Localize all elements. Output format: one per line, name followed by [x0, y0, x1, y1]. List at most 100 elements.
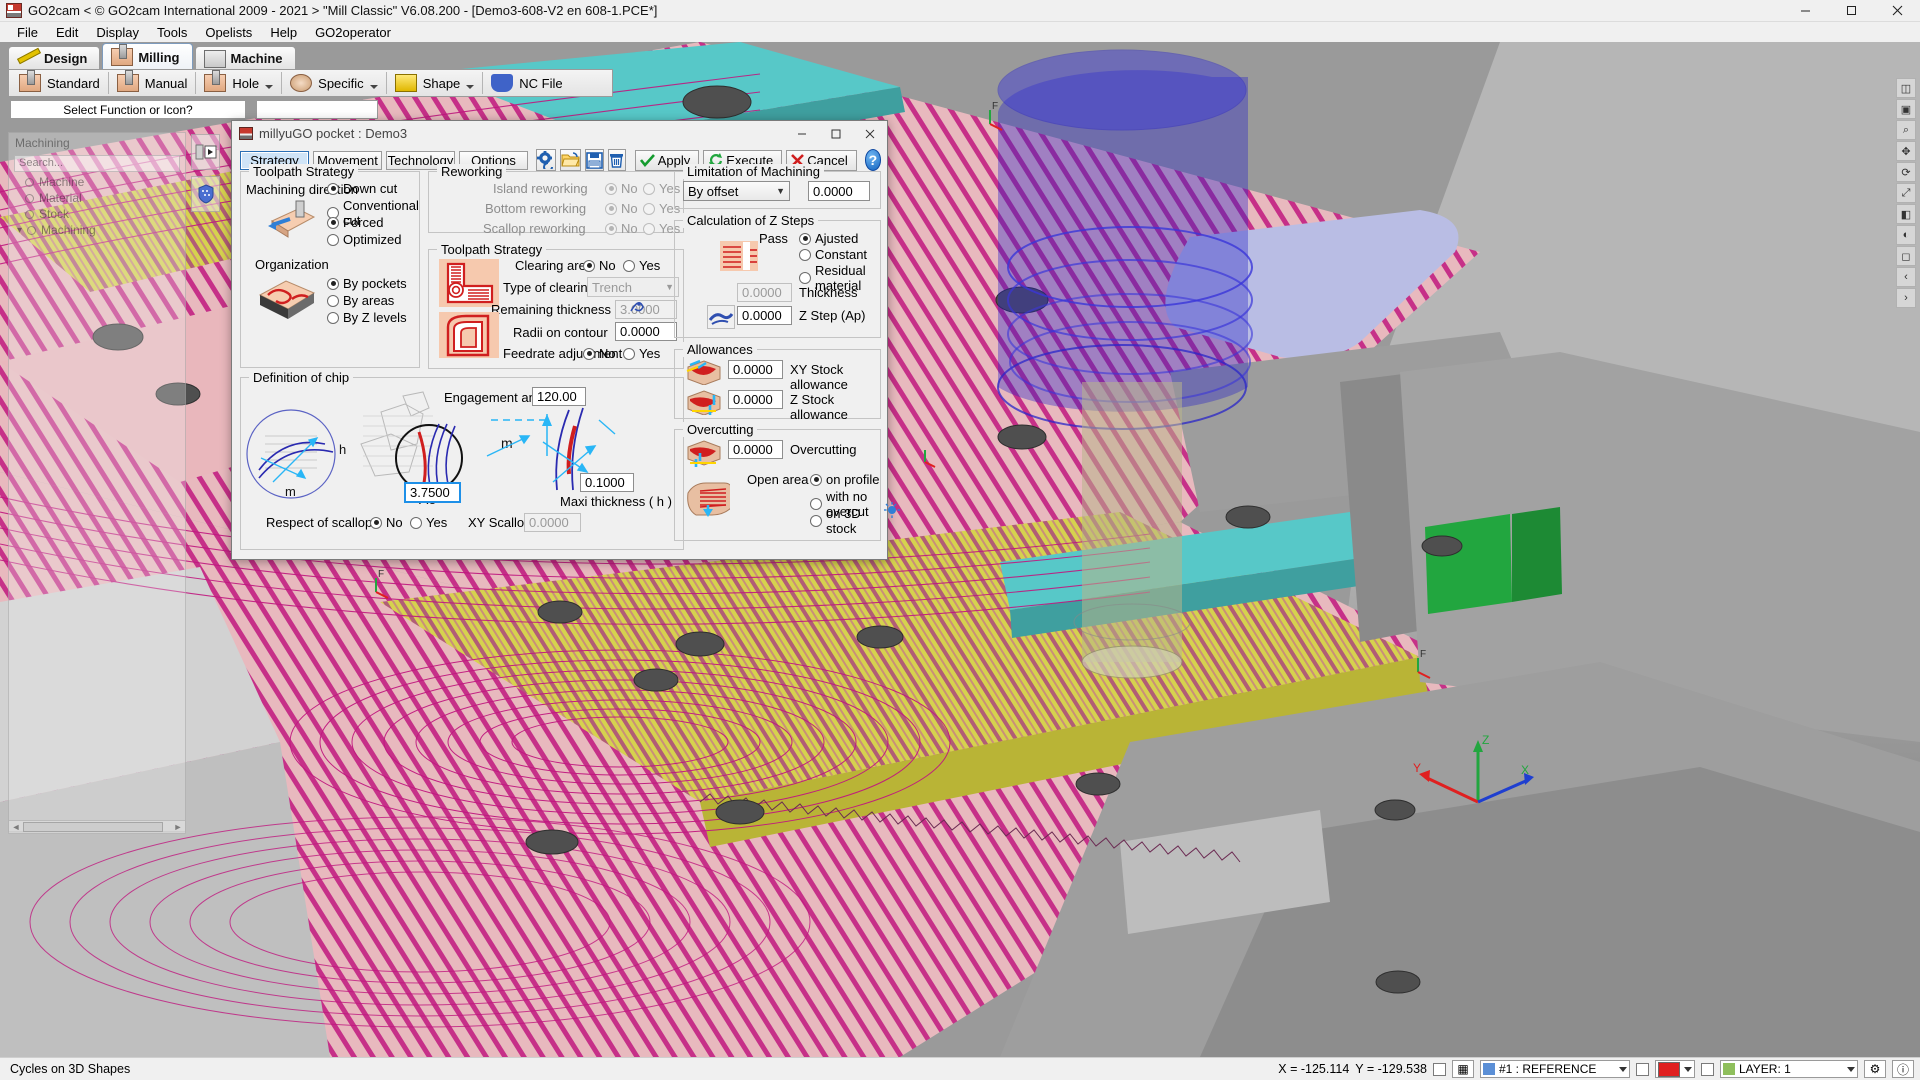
engagement-angle-input[interactable]: 120.00	[532, 387, 586, 406]
view-top-button[interactable]: ▣	[1896, 99, 1916, 119]
ribbon-button-specific[interactable]: Specific	[284, 70, 384, 96]
expand-chevron-icon[interactable]: ▾	[17, 225, 22, 236]
close-button[interactable]	[1874, 0, 1920, 22]
ribbon-button-nc-file[interactable]: NC File	[485, 70, 568, 96]
ribbon-button-hole[interactable]: Hole	[198, 70, 279, 96]
radii-on-contour-input[interactable]: 0.0000	[615, 322, 677, 341]
radio-island-no[interactable]: No	[605, 181, 638, 196]
minimize-button[interactable]	[1782, 0, 1828, 22]
prompt-input[interactable]	[256, 100, 378, 119]
info-button[interactable]: ⓘ	[1892, 1060, 1914, 1078]
dialog-maximize-button[interactable]	[819, 122, 853, 146]
view-section-button[interactable]: ◧	[1896, 204, 1916, 224]
radio-bottom-no[interactable]: No	[605, 201, 638, 216]
chevron-down-icon[interactable]	[265, 85, 273, 89]
ribbon-button-manual[interactable]: Manual	[111, 70, 194, 96]
maximize-button[interactable]	[1828, 0, 1874, 22]
menu-item-help[interactable]: Help	[261, 23, 306, 42]
tree-item-machining[interactable]: ▾ Machining	[9, 222, 185, 238]
status-checkbox-1[interactable]	[1433, 1063, 1446, 1076]
radio-pass-constant[interactable]: Constant	[799, 247, 867, 262]
tree-item-material[interactable]: Material	[9, 190, 185, 206]
chevron-down-icon[interactable]	[370, 85, 378, 89]
radio-clearing-area-yes[interactable]: Yes	[623, 258, 660, 273]
info-swirl-icon[interactable]	[628, 297, 646, 315]
limitation-mode-select[interactable]: By offset ▼	[683, 181, 790, 201]
view-prev-button[interactable]: ‹	[1896, 267, 1916, 287]
view-fit-button[interactable]: ⤢	[1896, 183, 1916, 203]
overcutting-input[interactable]: 0.0000	[728, 440, 783, 459]
menu-item-tools[interactable]: Tools	[148, 23, 196, 42]
radio-optimized[interactable]: Optimized	[327, 232, 402, 247]
z-stock-allowance-input[interactable]: 0.0000	[728, 390, 783, 409]
maxi-thickness-input[interactable]: 0.1000	[580, 473, 634, 492]
tree-item-stock[interactable]: Stock	[9, 206, 185, 222]
radio-open-area-on-3d-stock[interactable]: on 3D stock	[810, 506, 880, 536]
view-pan-button[interactable]: ✥	[1896, 141, 1916, 161]
delete-trash-icon[interactable]	[608, 149, 626, 171]
menu-item-opelists[interactable]: Opelists	[196, 23, 261, 42]
z-step-input[interactable]: 0.0000	[737, 306, 792, 325]
dialog-close-button[interactable]	[853, 122, 887, 146]
limitation-offset-input[interactable]: 0.0000	[808, 181, 870, 201]
settings-button[interactable]: ⚙	[1864, 1060, 1886, 1078]
radio-clearing-area-no[interactable]: No	[583, 258, 616, 273]
save-floppy-icon[interactable]	[585, 149, 604, 171]
radio-by-areas[interactable]: By areas	[327, 293, 394, 308]
xy-scallop-input[interactable]: 0.0000	[524, 513, 581, 532]
open-folder-icon[interactable]	[560, 149, 581, 171]
help-button[interactable]: ?	[865, 149, 881, 171]
radio-pass-ajusted[interactable]: Ajusted	[799, 231, 858, 246]
scroll-right-arrow-icon[interactable]: ►	[171, 822, 185, 832]
reference-select[interactable]: #1 : REFERENCE	[1480, 1060, 1630, 1078]
status-grid-toggle[interactable]: ▦	[1452, 1060, 1474, 1078]
status-checkbox-3[interactable]	[1701, 1063, 1714, 1076]
ribbon-button-shape[interactable]: Shape	[389, 70, 481, 96]
tree-search-input[interactable]: Search...	[14, 155, 180, 172]
tree-item-machine[interactable]: Machine	[9, 174, 185, 190]
view-wire-button[interactable]: ◻	[1896, 246, 1916, 266]
view-rotate-button[interactable]: ⟳	[1896, 162, 1916, 182]
hint-lightbulb-icon[interactable]	[883, 502, 901, 520]
layer-select[interactable]: LAYER: 1	[1720, 1060, 1858, 1078]
menu-item-edit[interactable]: Edit	[47, 23, 87, 42]
type-of-clearing-select[interactable]: Trench ▼	[587, 277, 679, 297]
status-checkbox-2[interactable]	[1636, 1063, 1649, 1076]
radio-feedrate-no[interactable]: No	[583, 346, 616, 361]
color-select[interactable]	[1655, 1060, 1695, 1078]
toolbar-shield-button[interactable]	[191, 176, 220, 212]
thickness-input[interactable]: 0.0000	[737, 283, 792, 302]
view-shade-button[interactable]: ◐	[1896, 225, 1916, 245]
radio-by-z-levels[interactable]: By Z levels	[327, 310, 407, 325]
view-zoom-button[interactable]: ⌕	[1896, 120, 1916, 140]
xy-stock-allowance-input[interactable]: 0.0000	[728, 360, 783, 379]
toolbar-simulate-button[interactable]	[191, 134, 220, 170]
settings-gear-icon[interactable]	[536, 149, 556, 171]
radio-forced[interactable]: Forced	[327, 215, 383, 230]
ribbon-button-standard[interactable]: Standard	[13, 70, 106, 96]
dialog-minimize-button[interactable]	[785, 122, 819, 146]
chevron-down-icon[interactable]	[466, 85, 474, 89]
view-iso-button[interactable]: ◫	[1896, 78, 1916, 98]
radio-open-area-on-profile[interactable]: on profile	[810, 472, 879, 487]
menu-item-display[interactable]: Display	[87, 23, 148, 42]
ribbon-tab-design[interactable]: Design	[8, 46, 100, 70]
menu-item-file[interactable]: File	[8, 23, 47, 42]
tree-horizontal-scrollbar[interactable]: ◄ ►	[8, 820, 186, 834]
ribbon-tab-milling[interactable]: Milling	[102, 43, 192, 70]
machining-tree-panel[interactable]: Machining Search... Machine Material Sto…	[8, 132, 186, 832]
radio-down-cut[interactable]: Down cut	[327, 181, 397, 196]
remaining-thickness-input[interactable]: 3.0000	[615, 300, 677, 319]
pocket-dialog[interactable]: millyuGO pocket : Demo3 Strategy Movemen…	[231, 120, 888, 560]
scroll-left-arrow-icon[interactable]: ◄	[9, 822, 23, 832]
radio-feedrate-yes[interactable]: Yes	[623, 346, 660, 361]
radio-scallop-yes-opt[interactable]: Yes	[410, 515, 447, 530]
radio-scallop-no[interactable]: No	[605, 221, 638, 236]
radio-scallop-no-opt[interactable]: No	[370, 515, 403, 530]
ribbon-tab-machine[interactable]: Machine	[195, 46, 296, 70]
menu-item-go2operator[interactable]: GO2operator	[306, 23, 400, 42]
scrollbar-thumb[interactable]	[23, 822, 163, 832]
radio-by-pockets[interactable]: By pockets	[327, 276, 407, 291]
z-step-icon[interactable]	[707, 305, 735, 329]
ae-value-input[interactable]: 3.7500	[404, 482, 461, 503]
